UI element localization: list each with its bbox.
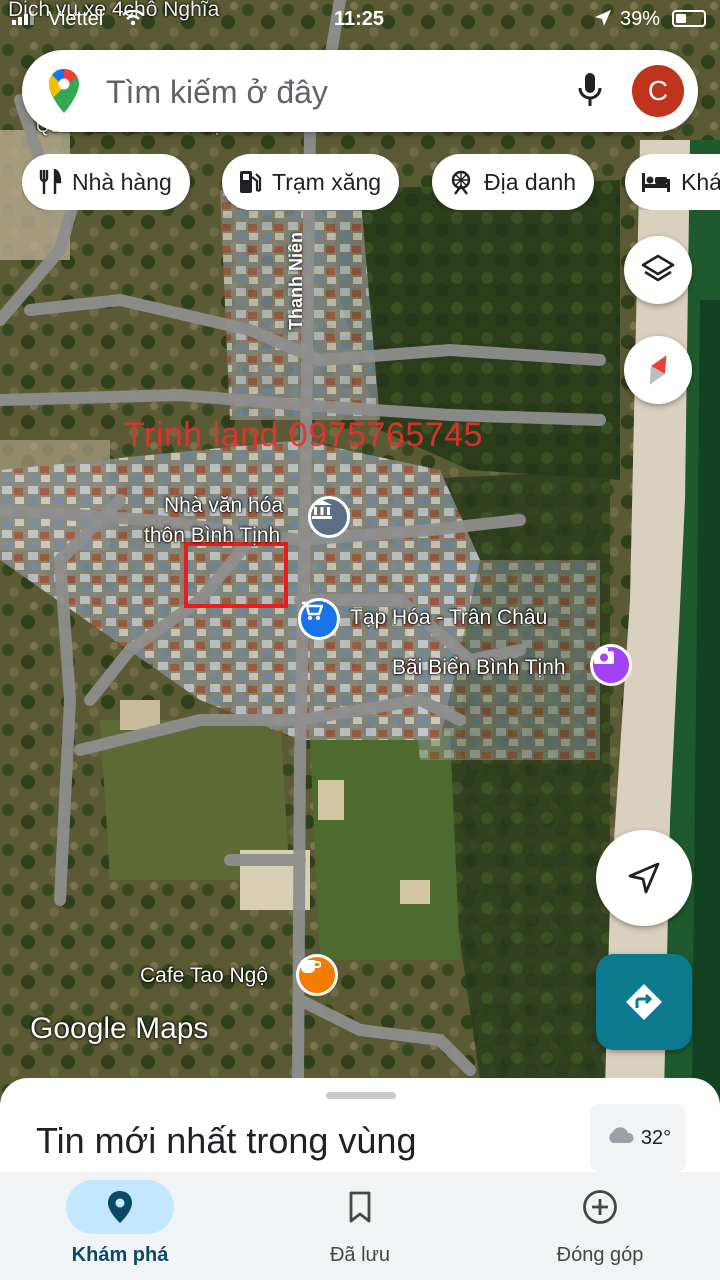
chip-restaurants[interactable]: Nhà hàng — [22, 154, 190, 210]
google-maps-logo-icon — [49, 69, 79, 113]
museum-icon — [312, 500, 332, 519]
layers-button[interactable] — [624, 236, 692, 304]
culture-house-label-1[interactable]: Nhà văn hóa — [164, 494, 283, 518]
camera-icon — [594, 648, 614, 664]
category-chips: Nhà hàng Trạm xăng Địa danh Khách sạn — [22, 154, 720, 210]
chip-label: Khách sạn — [681, 168, 720, 195]
landmark-icon — [448, 169, 474, 195]
nav-label: Đóng góp — [556, 1244, 644, 1266]
layers-icon — [641, 254, 675, 282]
chip-landmarks[interactable]: Địa danh — [432, 154, 595, 210]
microphone-icon[interactable] — [578, 72, 602, 110]
nav-contribute[interactable]: Đóng góp — [480, 1172, 720, 1280]
chip-gas-stations[interactable]: Trạm xăng — [222, 154, 400, 210]
chip-label: Trạm xăng — [272, 168, 382, 195]
bookmark-icon — [306, 1180, 414, 1234]
clock: 11:25 — [334, 8, 385, 30]
add-circle-icon — [546, 1180, 654, 1234]
cafe-pin[interactable] — [296, 954, 338, 996]
signal-icon — [12, 11, 34, 25]
cafe-label[interactable]: Cafe Tao Ngộ — [140, 964, 268, 988]
street-label-thanh-nien: Thanh Niên — [286, 232, 306, 330]
beach-pin[interactable] — [590, 644, 632, 686]
culture-house-label-2[interactable]: thôn Bình Tịnh — [144, 524, 280, 548]
bottom-nav: Khám phá Đã lưu Đóng góp — [0, 1172, 720, 1280]
directions-icon — [626, 984, 662, 1020]
chip-label: Địa danh — [484, 168, 577, 195]
highlighted-parcel — [184, 542, 288, 608]
grocery-pin[interactable] — [298, 598, 340, 640]
search-bar[interactable]: Tìm kiếm ở đây C — [22, 50, 698, 132]
battery-icon — [672, 10, 706, 27]
my-location-button[interactable] — [596, 830, 692, 926]
cart-icon — [302, 601, 323, 620]
temperature: 32° — [640, 1126, 672, 1149]
directions-button[interactable] — [596, 954, 692, 1050]
nav-label: Khám phá — [71, 1244, 169, 1266]
explore-pin-icon — [66, 1180, 174, 1234]
nav-label: Đã lưu — [329, 1244, 391, 1266]
status-bar: Viettel 11:25 39% — [0, 0, 720, 36]
cloud-icon — [605, 1126, 635, 1150]
avatar[interactable]: C — [632, 65, 684, 117]
compass-button[interactable] — [624, 336, 692, 404]
navigation-arrow-icon — [628, 862, 660, 894]
nav-explore[interactable]: Khám phá — [0, 1172, 240, 1280]
weather-chip[interactable]: 32° — [590, 1104, 686, 1172]
chip-hotels[interactable]: Khách sạn — [625, 154, 720, 210]
location-arrow-icon — [595, 10, 611, 26]
google-maps-brand: Google Maps — [30, 1012, 209, 1045]
beach-label[interactable]: Bãi Biển Bình Tịnh — [392, 656, 566, 680]
hotel-icon — [641, 171, 671, 193]
wifi-icon — [122, 10, 144, 26]
grocery-label[interactable]: Tạp Hóa - Trân Châu — [350, 606, 547, 630]
gas-station-icon — [238, 169, 262, 195]
chip-label: Nhà hàng — [72, 168, 172, 195]
search-input[interactable]: Tìm kiếm ở đây — [106, 74, 328, 111]
sheet-title: Tin mới nhất trong vùng — [36, 1120, 417, 1161]
compass-icon — [649, 355, 667, 385]
watermark-text: Trịnh land 0975765745 — [124, 416, 483, 454]
carrier-label: Viettel — [48, 8, 104, 30]
coffee-icon — [301, 960, 321, 973]
restaurant-icon — [38, 169, 62, 195]
battery-percent: 39% — [620, 8, 661, 30]
sheet-drag-handle[interactable] — [326, 1092, 396, 1099]
culture-house-pin[interactable] — [308, 496, 350, 538]
nav-saved[interactable]: Đã lưu — [240, 1172, 480, 1280]
